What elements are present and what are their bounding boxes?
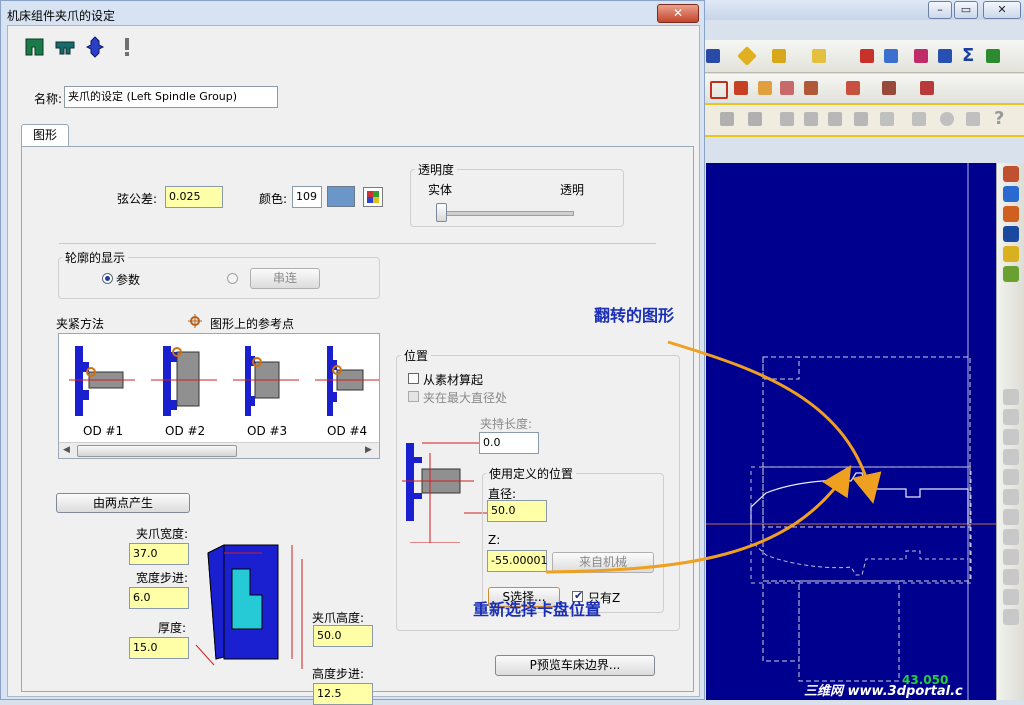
watermark: 三维网 www.3dportal.c <box>804 684 963 699</box>
reselect-chuck-annotation: 重新选择卡盘位置 <box>473 600 602 619</box>
flipped-shape-annotation: 翻转的图形 <box>594 306 675 325</box>
annotation-arrows <box>545 340 882 574</box>
